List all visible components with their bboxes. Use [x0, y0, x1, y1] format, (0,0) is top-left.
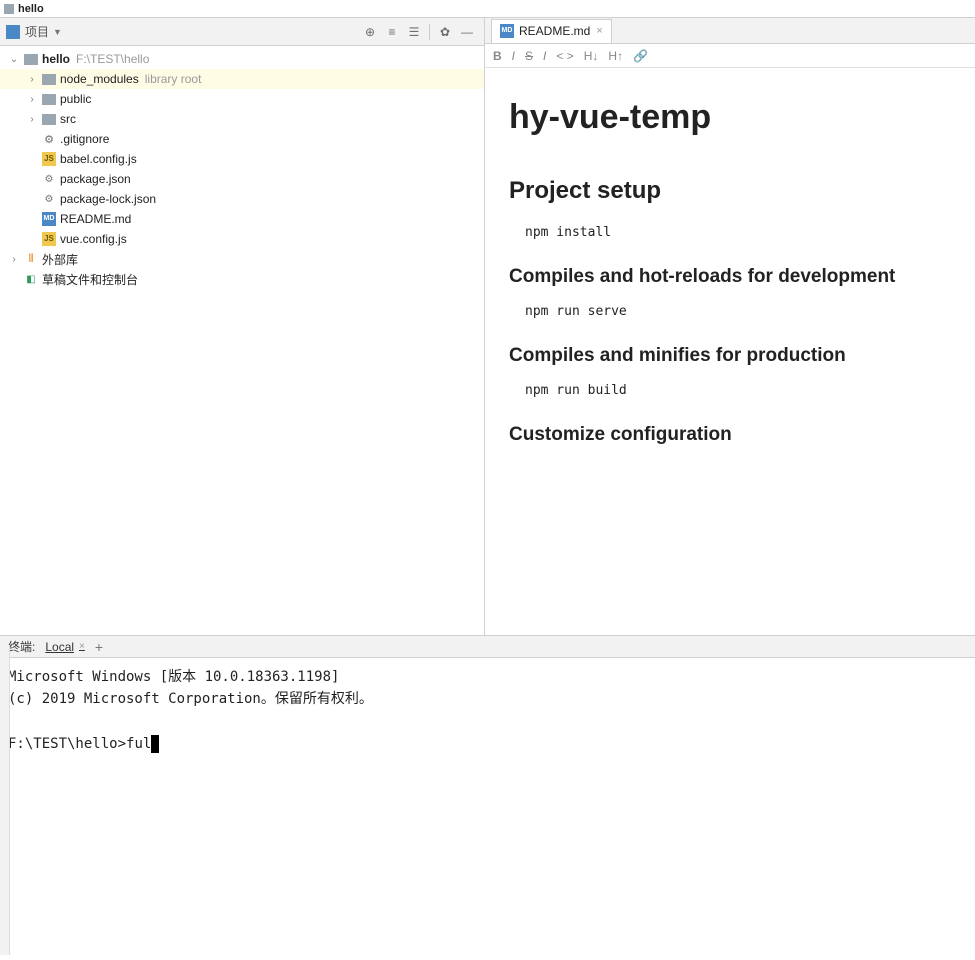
- preview-h3: Customize configuration: [509, 424, 951, 446]
- preview-code: npm install: [509, 225, 951, 240]
- project-pane: 项目 ▼ ⊕ ≡ ☰ ✿ — ⌄ hello F:\TEST\hello › n…: [0, 18, 485, 635]
- json-file-icon: ⚙: [41, 172, 57, 186]
- preview-code: npm run serve: [509, 304, 951, 319]
- project-header-title[interactable]: 项目: [25, 23, 49, 40]
- tree-label: vue.config.js: [60, 232, 127, 246]
- bold-button[interactable]: B: [493, 49, 502, 63]
- tree-label: .gitignore: [60, 132, 109, 146]
- markdown-preview[interactable]: hy-vue-temp Project setup npm install Co…: [485, 68, 975, 635]
- project-tree[interactable]: ⌄ hello F:\TEST\hello › node_modules lib…: [0, 46, 484, 635]
- json-file-icon: ⚙: [41, 192, 57, 206]
- tree-item-node-modules[interactable]: › node_modules library root: [0, 69, 484, 89]
- project-tab-icon: [4, 4, 14, 14]
- folder-icon: [24, 54, 38, 65]
- tree-item-gitignore[interactable]: · ⚙ .gitignore: [0, 129, 484, 149]
- expand-icon[interactable]: ›: [26, 74, 38, 85]
- heading-down-button[interactable]: H↓: [584, 49, 599, 63]
- library-icon: ⫴: [23, 252, 39, 266]
- project-root-row[interactable]: ⌄ hello F:\TEST\hello: [0, 49, 484, 69]
- config-file-icon: ⚙: [41, 132, 57, 146]
- link-button[interactable]: 🔗: [633, 49, 648, 63]
- code-button[interactable]: < >: [556, 49, 573, 63]
- close-icon[interactable]: ×: [79, 641, 85, 652]
- terminal-header: 终端: Local × +: [0, 636, 975, 658]
- terminal-input: ful: [126, 736, 151, 752]
- md-file-icon: MD: [42, 212, 56, 226]
- tree-label: public: [60, 92, 91, 106]
- tree-label: 外部库: [42, 251, 78, 268]
- tree-scratches[interactable]: · ◧ 草稿文件和控制台: [0, 269, 484, 289]
- terminal-prompt: F:\TEST\hello>: [8, 736, 126, 752]
- preview-h2: Project setup: [509, 177, 951, 205]
- tree-label: babel.config.js: [60, 152, 137, 166]
- md-file-icon: MD: [500, 24, 514, 38]
- tree-label: package-lock.json: [60, 192, 156, 206]
- markdown-toolbar: B I S I < > H↓ H↑ 🔗: [485, 44, 975, 68]
- minimize-icon[interactable]: —: [458, 23, 476, 41]
- tree-item-babel-config[interactable]: · JS babel.config.js: [0, 149, 484, 169]
- expand-icon[interactable]: ›: [26, 94, 38, 105]
- folder-icon: [42, 94, 56, 105]
- terminal-body[interactable]: Microsoft Windows [版本 10.0.18363.1198] (…: [0, 658, 975, 956]
- preview-h1: hy-vue-temp: [509, 98, 951, 137]
- preview-h3: Compiles and hot-reloads for development: [509, 266, 951, 288]
- tree-external-libraries[interactable]: › ⫴ 外部库: [0, 249, 484, 269]
- terminal-gutter: [0, 645, 10, 955]
- add-terminal-button[interactable]: +: [95, 639, 103, 655]
- terminal-tab-local[interactable]: Local ×: [45, 640, 85, 654]
- scratch-icon: ◧: [23, 272, 39, 286]
- terminal-title: 终端:: [8, 638, 35, 655]
- expand-icon[interactable]: ›: [8, 254, 20, 265]
- editor-pane: MD README.md × B I S I < > H↓ H↑ 🔗 hy-vu…: [485, 18, 975, 635]
- tree-item-package-json[interactable]: · ⚙ package.json: [0, 169, 484, 189]
- terminal-cursor: [151, 735, 159, 753]
- expand-all-icon[interactable]: ≡: [383, 23, 401, 41]
- editor-tab-label: README.md: [519, 24, 590, 38]
- strike-button[interactable]: S: [525, 49, 533, 63]
- terminal-tab-label: Local: [45, 640, 74, 654]
- project-header: 项目 ▼ ⊕ ≡ ☰ ✿ —: [0, 18, 484, 46]
- tree-item-package-lock[interactable]: · ⚙ package-lock.json: [0, 189, 484, 209]
- folder-icon: [42, 114, 56, 125]
- project-root-name: hello: [42, 52, 70, 66]
- terminal-line: Microsoft Windows [版本 10.0.18363.1198]: [8, 669, 339, 685]
- tree-item-src[interactable]: › src: [0, 109, 484, 129]
- expand-icon[interactable]: ›: [26, 114, 38, 125]
- italic2-button[interactable]: I: [543, 49, 546, 63]
- project-tab-strip: hello: [0, 0, 975, 18]
- italic-button[interactable]: I: [512, 49, 515, 63]
- tree-label: package.json: [60, 172, 131, 186]
- collapse-all-icon[interactable]: ☰: [405, 23, 423, 41]
- close-icon[interactable]: ×: [596, 25, 602, 37]
- project-root-path: F:\TEST\hello: [76, 52, 149, 66]
- tree-extra: library root: [145, 72, 202, 86]
- terminal-line: (c) 2019 Microsoft Corporation。保留所有权利。: [8, 691, 373, 707]
- tree-label: README.md: [60, 212, 131, 226]
- gear-icon[interactable]: ✿: [436, 23, 454, 41]
- tree-item-readme[interactable]: · MD README.md: [0, 209, 484, 229]
- locate-icon[interactable]: ⊕: [361, 23, 379, 41]
- chevron-down-icon[interactable]: ▼: [53, 27, 62, 37]
- tree-item-public[interactable]: › public: [0, 89, 484, 109]
- tree-item-vue-config[interactable]: · JS vue.config.js: [0, 229, 484, 249]
- project-tab-label[interactable]: hello: [18, 3, 44, 15]
- heading-up-button[interactable]: H↑: [608, 49, 623, 63]
- editor-tab-readme[interactable]: MD README.md ×: [491, 19, 612, 43]
- divider: [429, 24, 430, 40]
- expand-icon[interactable]: ⌄: [8, 54, 20, 65]
- js-file-icon: JS: [42, 152, 56, 166]
- tree-label: src: [60, 112, 76, 126]
- folder-icon: [6, 25, 20, 39]
- folder-icon: [42, 74, 56, 85]
- preview-h3: Compiles and minifies for production: [509, 345, 951, 367]
- main-split: 项目 ▼ ⊕ ≡ ☰ ✿ — ⌄ hello F:\TEST\hello › n…: [0, 18, 975, 636]
- js-file-icon: JS: [42, 232, 56, 246]
- tree-label: 草稿文件和控制台: [42, 271, 138, 288]
- preview-code: npm run build: [509, 383, 951, 398]
- tree-label: node_modules: [60, 72, 139, 86]
- editor-tabs: MD README.md ×: [485, 18, 975, 44]
